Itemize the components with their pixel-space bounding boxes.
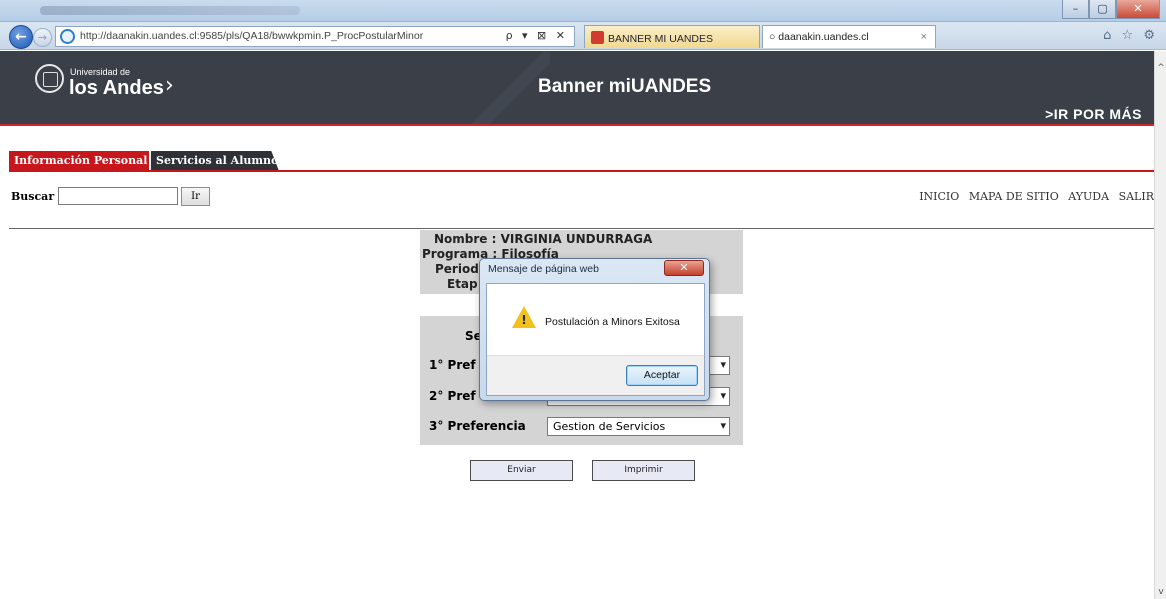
search-input[interactable] — [58, 187, 178, 205]
tab-banner-mi-uandes[interactable]: BANNER MI UANDES — [584, 25, 760, 48]
warning-exclamation: ! — [521, 313, 527, 327]
link-inicio[interactable]: INICIO — [919, 190, 959, 203]
student-stage-label: Etap — [447, 277, 478, 291]
chevron-down-icon: ▾ — [720, 419, 726, 432]
dialog-close-button[interactable]: ✕ — [664, 260, 704, 276]
preference-3-select[interactable]: Gestion de Servicios ▾ — [547, 417, 730, 436]
logo-small-text: Universidad de — [70, 67, 131, 77]
preference-3-label: 3° Preferencia — [429, 419, 526, 433]
page-scrollbar[interactable]: ^ v — [1154, 51, 1166, 599]
student-period-label: Period — [435, 262, 479, 276]
tab-close-icon[interactable]: × — [921, 31, 927, 43]
browser-titlebar: – ▢ ✕ — [0, 0, 1166, 22]
address-bar-icons[interactable]: ρ ▾ ⊠ ✕ — [506, 29, 568, 42]
student-name: Nombre : VIRGINIA UNDURRAGA — [434, 232, 653, 246]
preference-1-label: 1° Pref — [429, 358, 476, 372]
search-go-button[interactable]: Ir — [181, 187, 210, 206]
search-label: Buscar — [11, 190, 55, 203]
preference-2-label: 2° Pref — [429, 389, 476, 403]
chevron-down-icon: ▾ — [720, 358, 726, 371]
link-salir[interactable]: SALIR — [1119, 190, 1154, 203]
maximize-button[interactable]: ▢ — [1089, 0, 1116, 19]
chevron-right-icon: › — [165, 73, 174, 98]
loading-icon: ○ — [769, 31, 779, 43]
browser-tools-icons[interactable]: ⌂ ☆ ⚙ — [1103, 28, 1158, 43]
dialog-footer: Aceptar — [487, 355, 704, 395]
dialog-title: Mensaje de página web — [488, 263, 599, 275]
browser-navbar: ← → http://daanakin.uandes.cl:9585/pls/Q… — [0, 22, 1166, 50]
content-divider — [9, 228, 1154, 229]
preference-3-value: Gestion de Servicios — [553, 420, 666, 433]
site-title: Banner miUANDES — [538, 76, 712, 97]
scroll-up-icon[interactable]: ^ — [1156, 63, 1166, 73]
window-title — [40, 6, 300, 15]
tab-servicios-al-alumno[interactable]: Servicios al Alumno — [151, 151, 279, 171]
back-button[interactable]: ← — [9, 25, 33, 49]
tab-daanakin[interactable]: ○ daanakin.uandes.cl × — [762, 25, 936, 48]
close-window-button[interactable]: ✕ — [1116, 0, 1160, 19]
tab-label: BANNER MI UANDES — [608, 33, 714, 45]
link-mapa-de-sitio[interactable]: MAPA DE SITIO — [969, 190, 1059, 203]
logo-text: los Andes — [69, 77, 164, 99]
header-divider — [0, 124, 1154, 126]
forward-button[interactable]: → — [33, 28, 52, 47]
scroll-down-icon[interactable]: v — [1156, 587, 1166, 597]
chevron-down-icon: ▾ — [720, 389, 726, 402]
dialog-message: Postulación a Minors Exitosa — [545, 316, 680, 328]
uandes-favicon-icon — [591, 31, 604, 44]
university-seal-icon — [35, 64, 64, 93]
tabs-divider — [9, 170, 1154, 172]
minimize-button[interactable]: – — [1062, 0, 1089, 19]
print-button[interactable]: Imprimir — [592, 460, 695, 481]
window-controls: – ▢ ✕ — [1062, 0, 1160, 20]
top-links: INICIO MAPA DE SITIO AYUDA SALIR — [913, 190, 1154, 203]
message-dialog: Mensaje de página web ✕ ! Postulación a … — [479, 258, 710, 401]
dialog-body: ! Postulación a Minors Exitosa Aceptar — [486, 283, 705, 396]
tab-label: daanakin.uandes.cl — [778, 31, 869, 43]
site-header: Universidad de los Andes › Banner miUAND… — [0, 51, 1154, 124]
address-bar[interactable]: http://daanakin.uandes.cl:9585/pls/QA18/… — [55, 26, 575, 47]
address-url[interactable]: http://daanakin.uandes.cl:9585/pls/QA18/… — [80, 30, 423, 42]
link-ayuda[interactable]: AYUDA — [1068, 190, 1109, 203]
ir-por-mas-link[interactable]: >IR POR MÁS — [1045, 106, 1142, 122]
tab-informacion-personal[interactable]: Información Personal — [9, 151, 149, 171]
send-button[interactable]: Enviar — [470, 460, 573, 481]
accept-button[interactable]: Aceptar — [626, 365, 698, 386]
ie-icon — [60, 29, 75, 44]
